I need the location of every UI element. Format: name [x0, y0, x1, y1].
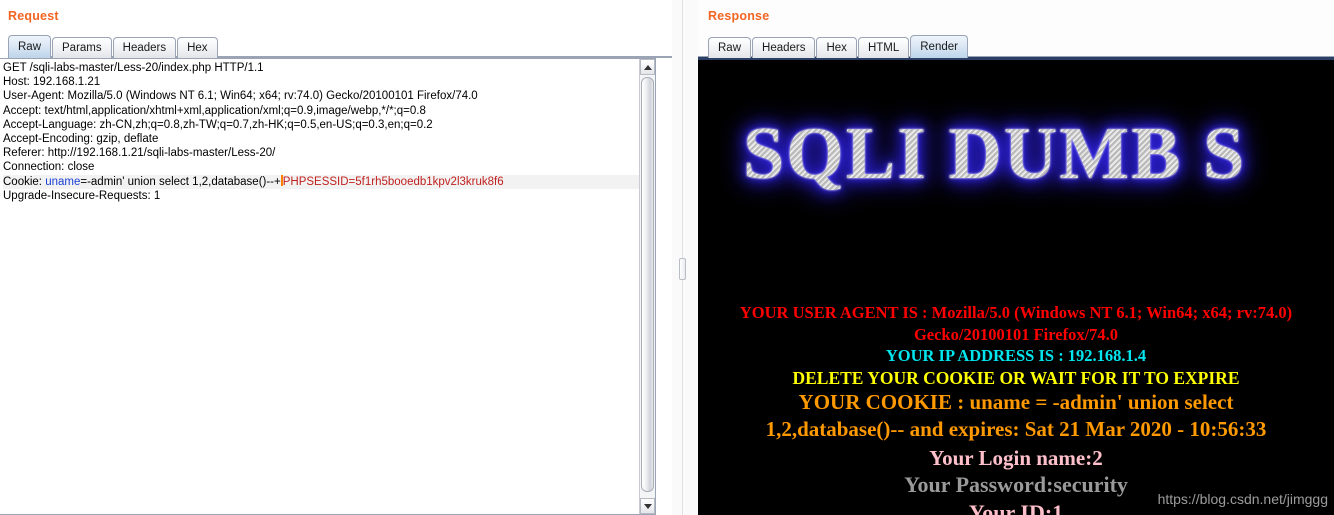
response-panel-title: Response	[708, 9, 770, 23]
request-line: User-Agent: Mozilla/5.0 (Windows NT 6.1;…	[3, 90, 478, 103]
scroll-up-arrow-icon[interactable]	[640, 59, 655, 75]
response-tab-raw[interactable]: Raw	[708, 37, 752, 58]
request-tabstrip: Raw Params Headers Hex	[8, 34, 1334, 58]
cookie-param-value: =-admin' union select 1,2,database()--+	[80, 175, 281, 188]
request-raw-text[interactable]: GET /sqli-labs-master/Less-20/index.php …	[3, 61, 653, 203]
request-line: Accept-Encoding: gzip, deflate	[3, 132, 159, 145]
cookie-session-value: PHPSESSID=5f1rh5booedb1kpv2l3kruk8f6	[282, 175, 504, 188]
panel-splitter[interactable]	[672, 0, 698, 515]
cookie-line-2: 1,2,database()-- and expires: Sat 21 Mar…	[765, 417, 1267, 441]
request-line: Host: 192.168.1.21	[3, 76, 101, 89]
response-tabstrip: Raw Headers Hex HTML Render	[708, 34, 1334, 58]
blog-watermark: https://blog.csdn.net/jimggg	[1157, 491, 1328, 507]
cookie-label: Cookie:	[3, 175, 46, 188]
scrollbar-thumb[interactable]	[641, 77, 654, 492]
response-tab-hex[interactable]: Hex	[816, 37, 857, 58]
scroll-down-arrow-icon[interactable]	[640, 498, 655, 514]
splitter-grip-handle[interactable]	[679, 258, 686, 280]
ip-address-line: YOUR IP ADDRESS IS : 192.168.1.4	[885, 346, 1147, 365]
request-line: Accept-Language: zh-CN,zh;q=0.8,zh-TW;q=…	[3, 118, 433, 131]
request-cookie-line[interactable]: Cookie: uname=-admin' union select 1,2,d…	[3, 174, 653, 189]
request-line: Referer: http://192.168.1.21/sqli-labs-m…	[3, 147, 276, 160]
request-tab-headers[interactable]: Headers	[112, 37, 177, 58]
response-tab-render[interactable]: Render	[910, 35, 968, 58]
response-panel: Response Raw Headers Hex HTML Render SQL…	[698, 0, 1334, 515]
request-tab-hex[interactable]: Hex	[177, 37, 218, 58]
request-tab-raw[interactable]: Raw	[8, 35, 52, 58]
request-line: Accept: text/html,application/xhtml+xml,…	[3, 104, 426, 117]
request-panel: Request Raw Params Headers Hex GET /sqli…	[0, 0, 1334, 515]
delete-cookie-notice: DELETE YOUR COOKIE OR WAIT FOR IT TO EXP…	[792, 368, 1240, 388]
cookie-param-name: uname	[45, 175, 81, 188]
burp-suite-request-response-view: Request Raw Params Headers Hex GET /sqli…	[0, 0, 1334, 515]
response-render-view: SQLI DUMB S YOUR USER AGENT IS : Mozilla…	[698, 57, 1334, 515]
request-tab-params[interactable]: Params	[52, 37, 112, 58]
request-line: Connection: close	[3, 161, 95, 174]
login-name-line: Your Login name:2	[929, 446, 1103, 470]
sqli-dumb-series-banner: SQLI DUMB S	[743, 115, 1334, 193]
request-line: GET /sqli-labs-master/Less-20/index.php …	[3, 62, 264, 74]
user-agent-line-1: YOUR USER AGENT IS : Mozilla/5.0 (Window…	[739, 303, 1293, 322]
request-raw-editor[interactable]: GET /sqli-labs-master/Less-20/index.php …	[0, 58, 656, 515]
request-line: Upgrade-Insecure-Requests: 1	[3, 189, 161, 202]
request-vertical-scrollbar[interactable]	[639, 59, 655, 514]
response-tab-headers[interactable]: Headers	[752, 37, 816, 58]
user-agent-line-2: Gecko/20100101 Firefox/74.0	[913, 325, 1119, 344]
response-tab-html[interactable]: HTML	[857, 37, 910, 58]
cookie-line-1: YOUR COOKIE : uname = -admin' union sele…	[798, 390, 1234, 414]
request-panel-title: Request	[8, 9, 59, 23]
